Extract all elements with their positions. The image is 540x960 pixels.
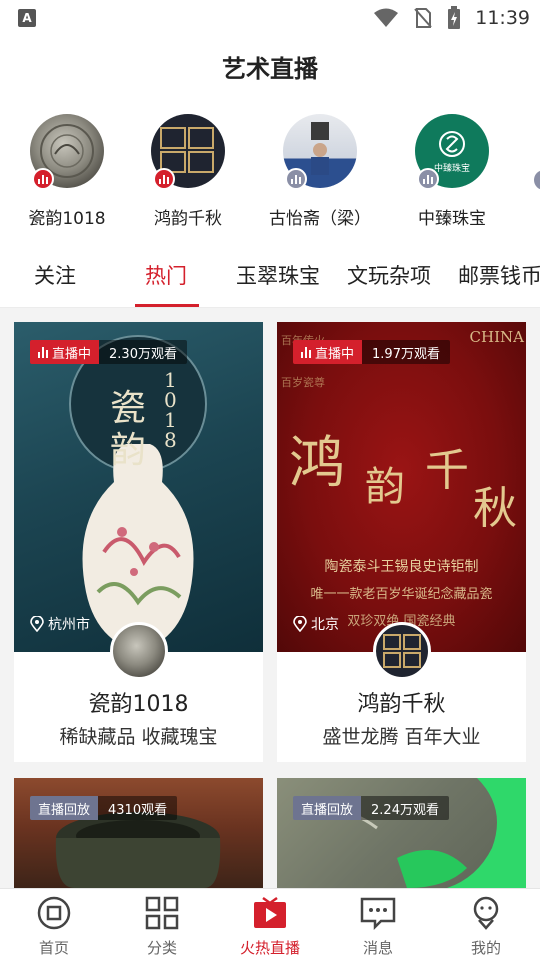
tab-stamps-coins[interactable]: 邮票钱币 [458,260,540,290]
nav-label: 分类 [146,939,177,957]
tab-follow[interactable]: 关注 [34,260,76,290]
view-count: 4310观看 [98,796,178,820]
home-icon [37,896,71,930]
live-indicator-icon [534,170,540,190]
live-indicator-icon [153,168,175,190]
avatar [30,114,104,190]
notification-a-icon: A [18,9,36,27]
live-state-label: 直播中 [52,346,92,362]
card-subtitle: 稀缺藏品 收藏瑰宝 [59,726,218,748]
live-indicator-icon [285,168,307,190]
bottom-navigation: 首页 分类 火热直播 消息 我的 [0,888,540,960]
anchor-item[interactable]: 瓷韵1018 [7,114,127,229]
poster-char-3: 千 [425,445,469,496]
avatar: 中臻珠宝 [415,114,489,190]
live-state: 直播中 [30,340,100,364]
view-count: 2.30万观看 [99,340,187,364]
nav-label: 火热直播 [239,939,300,957]
poster-char-1: 鸿 [289,431,345,496]
poster-char-2: 韵 [365,464,405,510]
no-sim-icon [414,8,432,28]
location-pin-icon [293,616,307,632]
wifi-icon [374,8,399,27]
anchor-name: 古怡斋（梁） [269,209,371,229]
replay-state-label: 直播回放 [30,796,99,820]
header: 艺术直播 [0,38,540,100]
avatar [151,114,225,190]
poster-char-4: 秋 [473,483,517,534]
poster-number: 1018 [164,368,177,452]
play-icon [254,896,286,928]
tab-jade-jewelry[interactable]: 玉翠珠宝 [236,260,320,290]
nav-hot-live[interactable]: 火热直播 [230,895,310,958]
battery-charging-icon [448,6,461,29]
live-anchor-row: 瓷韵1018 鸿韵千秋 古怡斋（梁） 中臻珠宝 中臻珠宝 [0,100,540,240]
replay-state-label: 直播回放 [293,796,362,820]
live-state-label: 直播中 [315,346,355,362]
anchor-name: 鸿韵千秋 [154,209,222,229]
active-tab-indicator [135,304,199,307]
nav-messages[interactable]: 消息 [338,895,418,958]
poster-caption-2: 唯一一款老百岁华诞纪念藏品瓷 [310,587,493,602]
live-bars-icon [301,346,311,358]
anchor-item[interactable]: 古怡斋（梁） [260,114,380,229]
tab-collectibles[interactable]: 文玩杂项 [347,260,431,290]
nav-label: 消息 [362,939,393,957]
location: 北京 [293,614,339,634]
anchor-item[interactable]: 鸿韵千秋 [128,114,248,229]
nav-label: 我的 [470,939,501,957]
live-status-badge: 直播中 1.97万观看 [293,340,450,364]
poster-corner-text: CHINA [469,328,524,346]
status-time: 11:39 [475,7,530,29]
live-indicator-icon [417,168,439,190]
live-indicator-icon [32,168,54,190]
tab-hot[interactable]: 热门 [145,260,187,290]
profile-icon [473,896,499,930]
replay-card[interactable]: 直播回放 2.24万观看 [277,778,526,888]
anchor-item[interactable]: 中臻珠宝 中臻珠宝 [392,114,512,229]
grid-icon [145,896,179,930]
nav-profile[interactable]: 我的 [446,895,526,958]
card-thumbnail: 瓷韵 1018 直播中 2.30万观看 杭州市 [14,322,263,652]
anchor-logo-text: 中臻珠宝 [433,163,470,174]
card-title: 鸿韵千秋 [357,692,446,717]
host-avatar[interactable] [109,622,168,680]
anchor-name: 中臻珠宝 [418,209,486,229]
card-thumbnail: 直播回放 4310观看 [14,778,263,888]
replay-status-badge: 直播回放 4310观看 [30,796,178,820]
nav-home[interactable]: 首页 [14,895,94,958]
replay-card[interactable]: 直播回放 4310观看 [14,778,263,888]
anchor-name: 瓷韵1018 [28,209,106,229]
nav-label: 首页 [38,939,69,957]
page-title: 艺术直播 [222,55,318,83]
host-avatar[interactable] [372,622,431,680]
nav-category[interactable]: 分类 [122,895,202,958]
message-icon [360,897,396,931]
location-pin-icon [30,616,44,632]
category-tabs: 关注 热门 玉翠珠宝 文玩杂项 邮票钱币 [0,240,540,308]
location-label: 杭州市 [48,617,90,633]
live-state: 直播中 [293,340,363,364]
poster-top-text-2: 百岁瓷尊 [281,376,325,389]
poster-caption-1: 陶瓷泰斗王锡良史诗钜制 [324,559,479,575]
view-count: 1.97万观看 [362,340,450,364]
avatar [283,114,357,190]
status-bar: A 11:39 [0,0,540,38]
view-count: 2.24万观看 [361,796,449,820]
location-label: 北京 [311,617,339,633]
card-thumbnail: CHINA 百年传火 百岁瓷尊 鸿 韵 千 秋 陶瓷泰斗王锡良史诗钜制 唯一一款… [277,322,526,652]
location: 杭州市 [30,614,90,634]
poster-title: 瓷韵 [110,388,147,471]
card-title: 瓷韵1018 [88,692,189,717]
card-thumbnail: 直播回放 2.24万观看 [277,778,526,888]
replay-status-badge: 直播回放 2.24万观看 [293,796,449,820]
live-status-badge: 直播中 2.30万观看 [30,340,187,364]
card-subtitle: 盛世龙腾 百年大业 [322,726,481,748]
live-card[interactable]: CHINA 百年传火 百岁瓷尊 鸿 韵 千 秋 陶瓷泰斗王锡良史诗钜制 唯一一款… [277,322,526,762]
live-card[interactable]: 瓷韵 1018 直播中 2.30万观看 杭州市 瓷韵1018 稀缺藏品 收藏瑰宝 [14,322,263,762]
live-bars-icon [38,346,48,358]
